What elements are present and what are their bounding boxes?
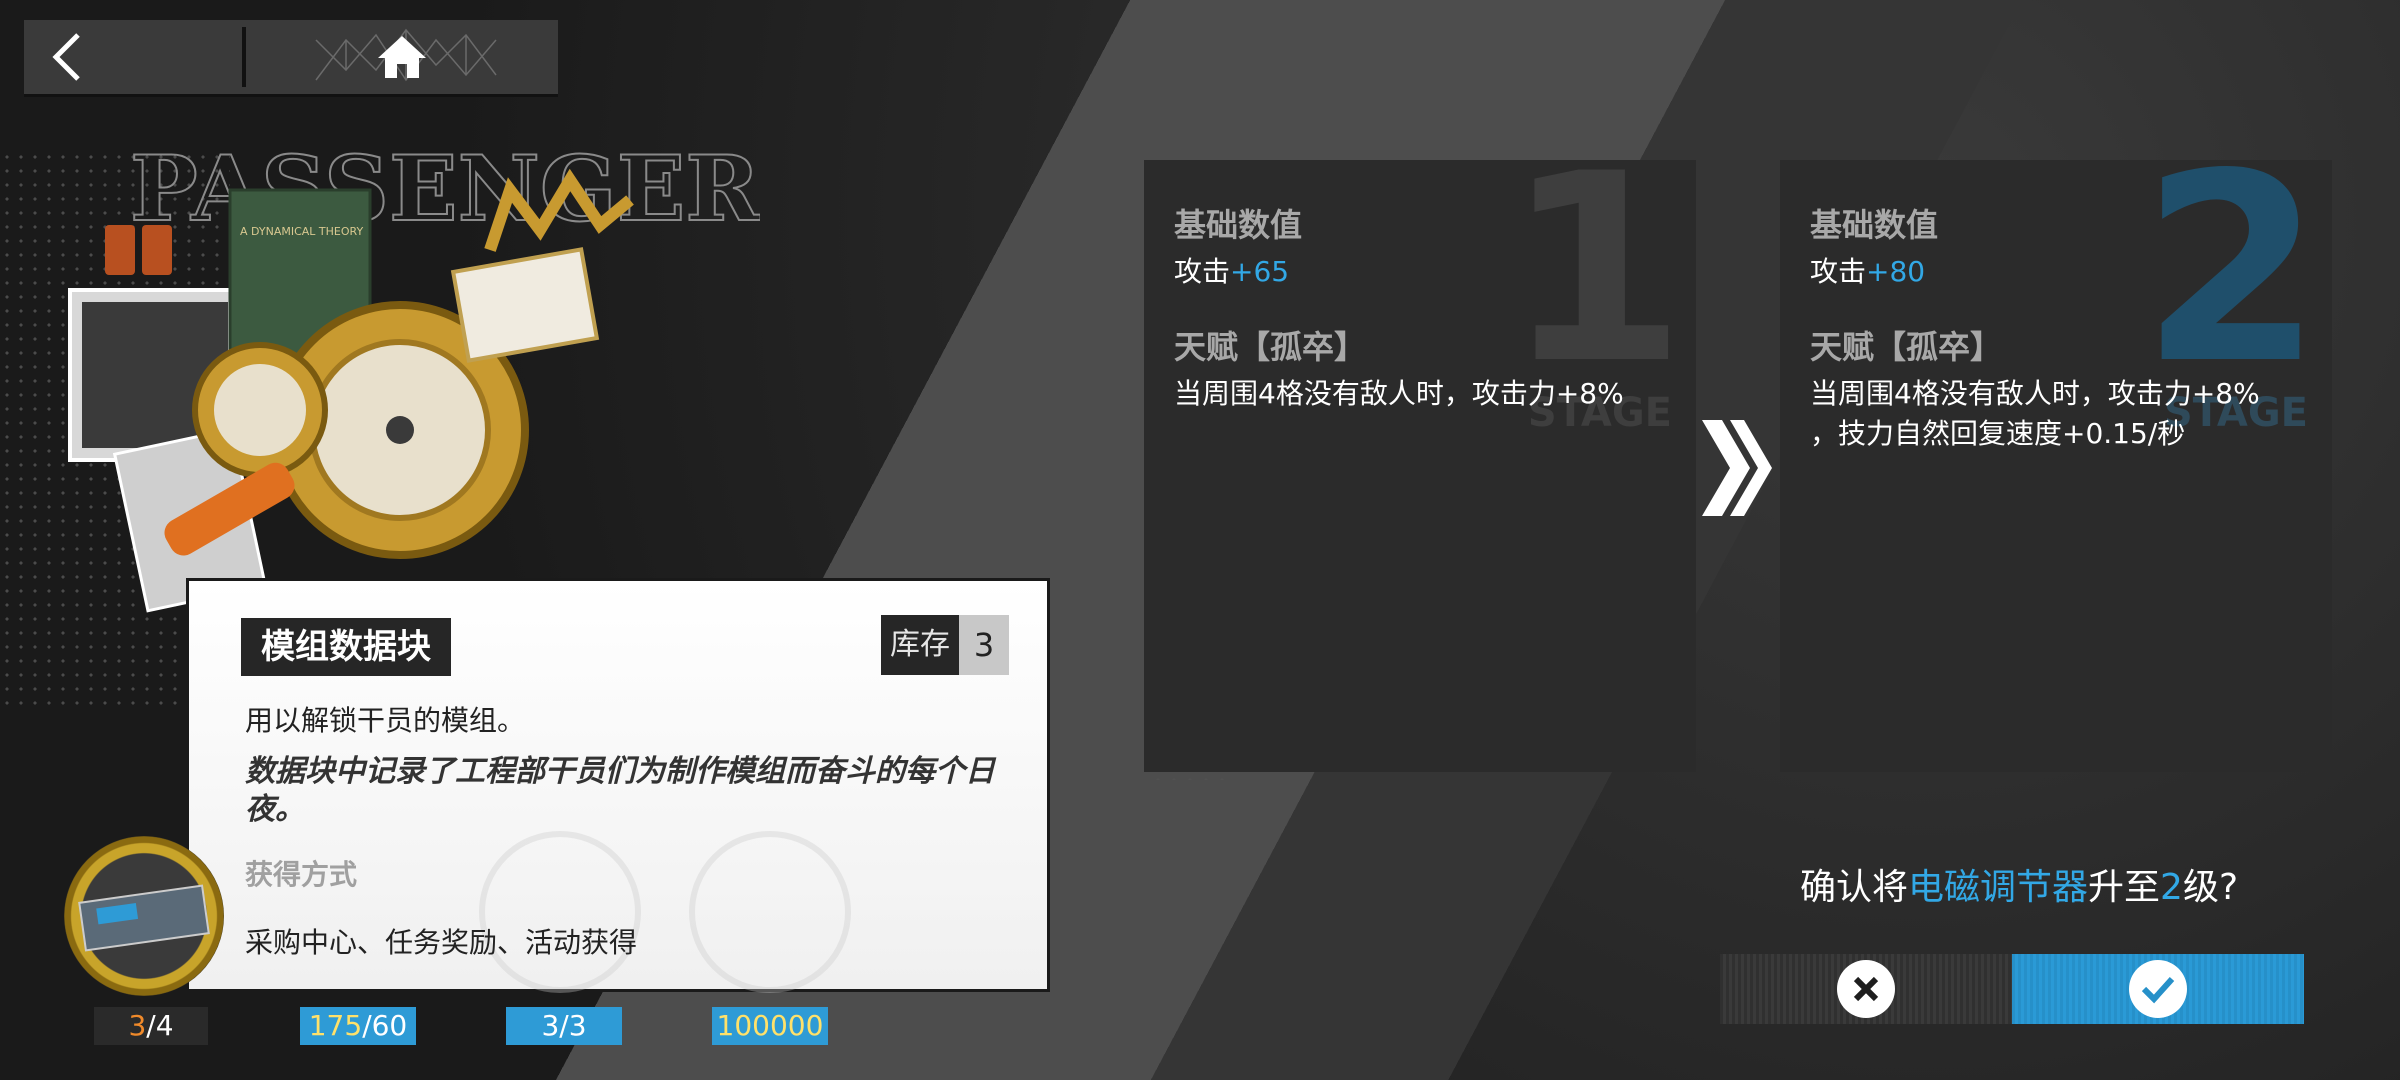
confirm-suffix: 级?	[2182, 867, 2239, 908]
svg-text:A DYNAMICAL THEORY: A DYNAMICAL THEORY	[240, 225, 363, 238]
material-counter-2: 175/60	[300, 1007, 416, 1045]
stage-content: 基础数值 攻击+65 天赋【孤卒】 当周围4格没有敌人时，攻击力+8%	[1174, 200, 1684, 414]
svg-text:PASSENGER: PASSENGER	[130, 140, 760, 242]
cancel-button[interactable]	[1720, 954, 2012, 1024]
counter-need: /4	[146, 1009, 174, 1042]
stage-1-panel: 1 STAGE 基础数值 攻击+65 天赋【孤卒】 当周围4格没有敌人时，攻击力…	[1144, 160, 1696, 772]
module-data-block-icon[interactable]	[64, 836, 224, 996]
double-chevron-right-icon	[1702, 420, 1772, 516]
chevron-left-icon	[52, 33, 80, 81]
home-icon	[378, 36, 426, 78]
confirm-prefix: 确认将	[1800, 867, 1909, 908]
attack-value: +80	[1866, 255, 1926, 288]
material-counter-4: 100000	[712, 1007, 828, 1045]
counter-have: 3	[128, 1009, 147, 1042]
ghost-material-icon	[479, 831, 641, 993]
top-nav	[24, 20, 558, 94]
confirm-mid: 升至	[2088, 867, 2161, 908]
talent-title: 天赋【孤卒】	[1174, 328, 1367, 366]
talent-desc: 当周围4格没有敌人时，攻击力+8%	[1174, 377, 1624, 410]
talent-title: 天赋【孤卒】	[1810, 328, 2003, 366]
stock-badge: 库存 3	[881, 615, 1009, 675]
confirm-question: 确认将电磁调节器升至2级?	[1800, 858, 2238, 910]
attack-label: 攻击	[1174, 255, 1231, 288]
item-usage: 用以解锁干员的模组。	[245, 704, 526, 737]
close-icon	[1837, 960, 1895, 1018]
item-detail-card: 模组数据块 库存 3 用以解锁干员的模组。 数据块中记录了工程部干员们为制作模组…	[186, 578, 1050, 993]
back-button[interactable]	[24, 20, 242, 94]
home-button[interactable]	[246, 20, 558, 94]
counter-have: 175	[308, 1009, 363, 1042]
stock-label: 库存	[881, 615, 959, 675]
attack-stat: 攻击+80	[1810, 252, 2320, 292]
attack-value: +65	[1230, 255, 1290, 288]
stock-count: 3	[959, 615, 1009, 675]
confirm-level: 2	[2160, 867, 2183, 908]
stage-content: 基础数值 攻击+80 天赋【孤卒】 当周围4格没有敌人时，攻击力+8% ，技力自…	[1810, 200, 2320, 454]
stage-2-panel: 2 STAGE 基础数值 攻击+80 天赋【孤卒】 当周围4格没有敌人时，攻击力…	[1780, 160, 2332, 772]
material-counter-3: 3/3	[506, 1007, 622, 1045]
item-description: 数据块中记录了工程部干员们为制作模组而奋斗的每个日夜。	[245, 754, 995, 827]
check-icon	[2129, 960, 2187, 1018]
base-stats-title: 基础数值	[1174, 206, 1303, 244]
data-block-chip-icon	[78, 884, 210, 952]
counter-need: /60	[362, 1009, 408, 1042]
material-counter-1: 3/4	[94, 1007, 208, 1045]
item-name: 模组数据块	[241, 618, 451, 676]
attack-label: 攻击	[1810, 255, 1867, 288]
talent-desc-extra: ，技力自然回复速度+0.15/秒	[1810, 417, 2186, 450]
attack-stat: 攻击+65	[1174, 252, 1684, 292]
ghost-material-icon	[689, 831, 851, 993]
obtain-text: 采购中心、任务奖励、活动获得	[245, 926, 638, 959]
confirm-button[interactable]	[2012, 954, 2304, 1024]
talent-desc: 当周围4格没有敌人时，攻击力+8%	[1810, 377, 2260, 410]
base-stats-title: 基础数值	[1810, 206, 1939, 244]
obtain-title: 获得方式	[245, 858, 358, 891]
confirm-module-name: 电磁调节器	[1908, 867, 2089, 908]
